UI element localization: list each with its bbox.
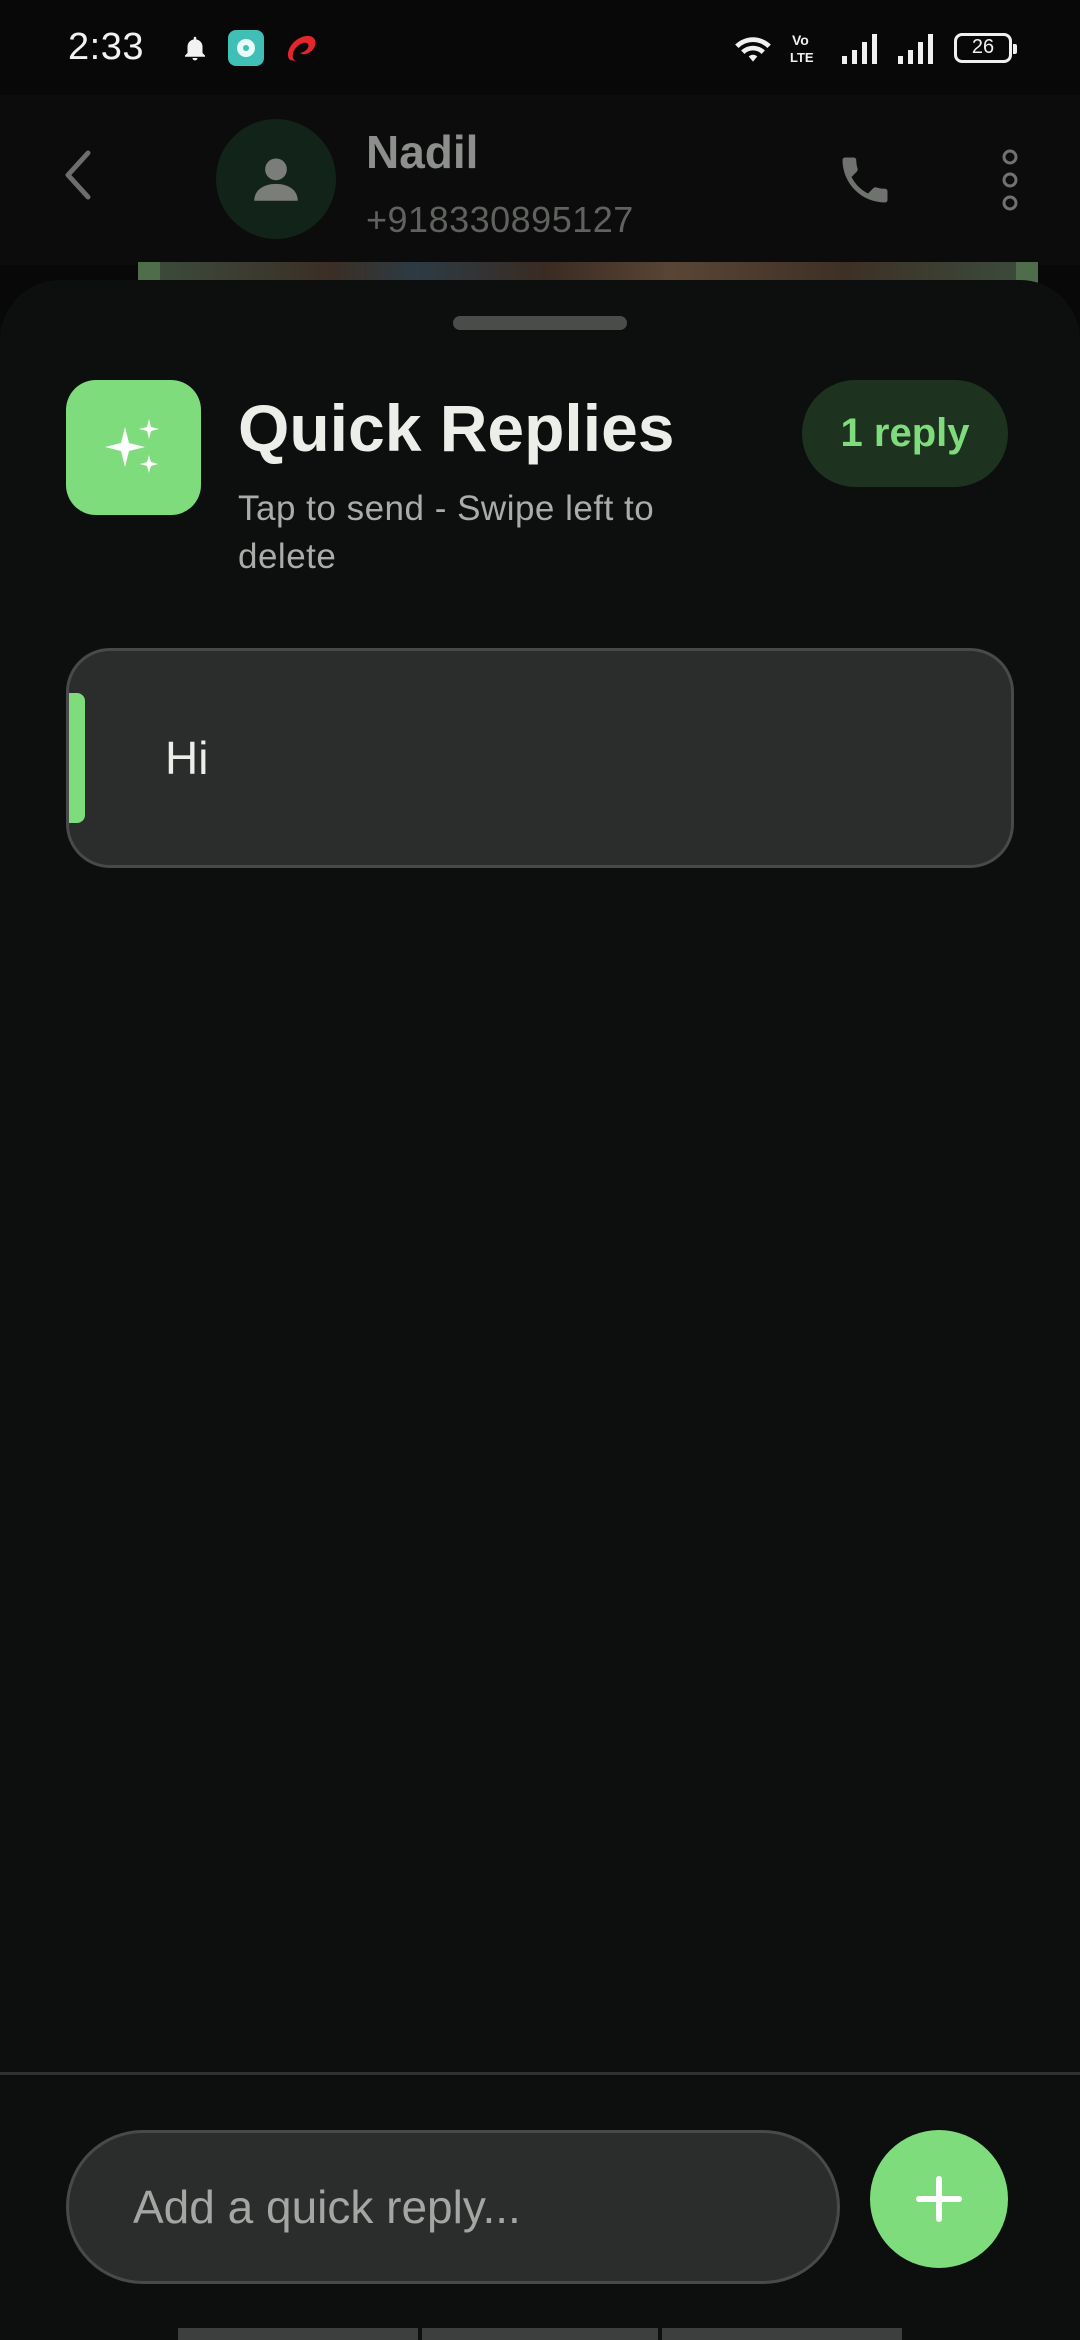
status-bar: 2:33 Vo LTE 26 [0, 0, 1080, 95]
airtel-icon [287, 35, 316, 61]
svg-text:LTE: LTE [790, 50, 814, 65]
plus-icon [916, 2176, 962, 2222]
svg-text:Vo: Vo [792, 32, 809, 48]
signal-icon [842, 33, 877, 64]
input-divider [0, 2072, 1080, 2075]
quick-reply-item[interactable]: Hi [66, 648, 1014, 868]
battery-level: 26 [971, 36, 995, 58]
more-vertical-icon [1002, 149, 1018, 211]
chevron-left-icon [65, 150, 91, 200]
quick-reply-input[interactable] [66, 2130, 840, 2284]
quick-reply-text: Hi [165, 732, 209, 784]
sparkles-icon [104, 418, 159, 473]
signal-icon [898, 33, 933, 64]
reply-count-label: 1 reply [840, 411, 970, 455]
person-icon [254, 158, 298, 201]
call-button[interactable] [830, 145, 900, 215]
nav-indicator-segment [178, 2328, 418, 2340]
screen: 2:33 Vo LTE 26 Nadil +918330895127 Quick… [0, 0, 1080, 2340]
status-left-icons [180, 29, 320, 66]
back-button[interactable] [48, 145, 108, 205]
status-time: 2:33 [68, 26, 144, 68]
status-right-icons: Vo LTE 26 [732, 31, 1017, 65]
app-notification-icon [227, 29, 264, 66]
contact-number: +918330895127 [366, 199, 634, 240]
add-reply-button[interactable] [870, 2130, 1008, 2268]
more-options-button[interactable] [990, 145, 1030, 215]
battery-icon: 26 [954, 32, 1017, 63]
sheet-subtitle: Tap to send - Swipe left to delete [238, 489, 655, 576]
avatar[interactable] [216, 119, 336, 239]
reply-accent-bar [69, 693, 85, 823]
nav-indicator-segment [662, 2328, 902, 2340]
nav-indicator-segment [422, 2328, 658, 2340]
bell-icon [184, 36, 205, 60]
drag-handle[interactable] [453, 316, 627, 330]
chat-app-bar: Nadil +918330895127 [0, 95, 1080, 265]
sparkles-icon-tile [66, 380, 201, 515]
contact-name: Nadil [366, 126, 479, 178]
quick-replies-sheet: Quick Replies Tap to send - Swipe left t… [0, 280, 1080, 2340]
sheet-title: Quick Replies [238, 391, 675, 465]
reply-count-badge: 1 reply [802, 380, 1008, 487]
phone-icon [842, 157, 888, 203]
volte-icon: Vo LTE [790, 32, 814, 65]
wifi-icon [735, 36, 771, 62]
